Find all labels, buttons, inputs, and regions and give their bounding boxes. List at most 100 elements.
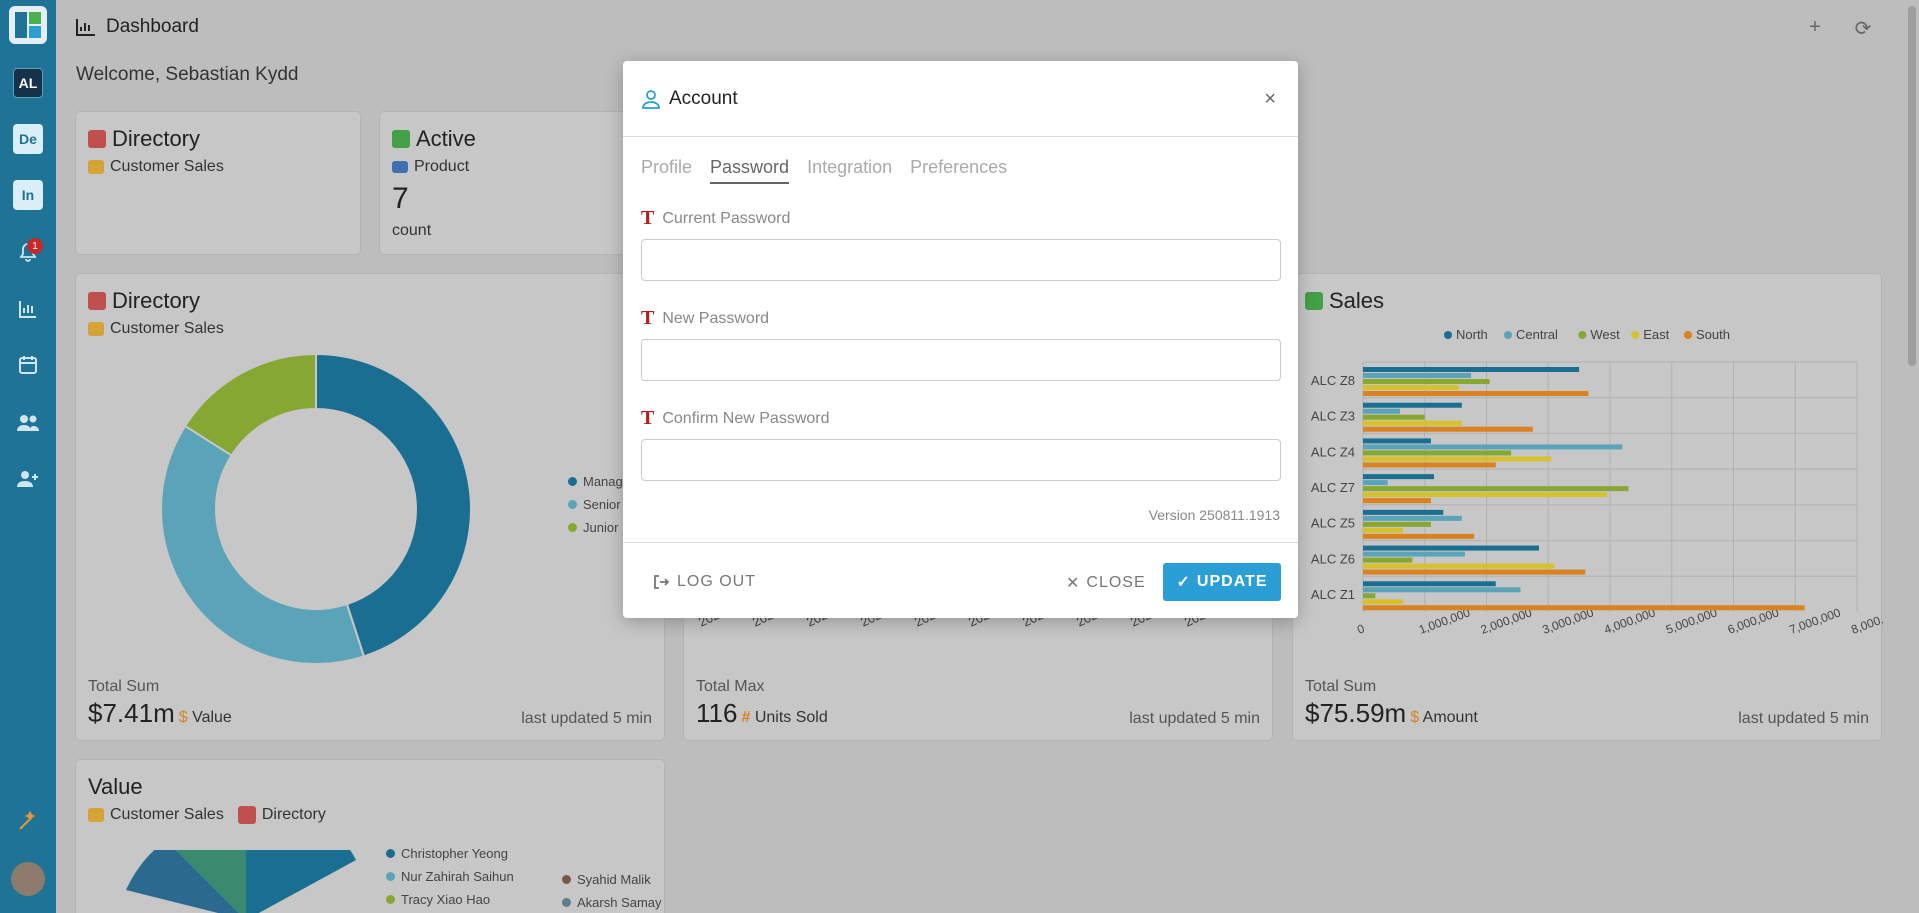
bar-central[interactable]	[1363, 551, 1465, 557]
new-password-label: T New Password	[641, 307, 769, 330]
new-password-field[interactable]	[641, 339, 1281, 381]
last-updated: last updated 5 min	[521, 710, 652, 727]
legend-label[interactable]: West	[1590, 327, 1620, 342]
footer-label: Total Max	[696, 678, 765, 695]
field-label-text: New Password	[662, 309, 770, 327]
bar-south[interactable]	[1363, 569, 1586, 575]
bar-west[interactable]	[1363, 521, 1431, 527]
sidebar-item-al[interactable]: AL	[9, 64, 47, 102]
scrollbar-thumb[interactable]	[1908, 6, 1916, 366]
scrollbar[interactable]	[1905, 0, 1919, 913]
logout-button[interactable]: LOG OUT	[653, 573, 756, 591]
update-button[interactable]: ✓ UPDATE	[1163, 563, 1281, 601]
bar-north[interactable]	[1363, 509, 1444, 515]
tab-integration[interactable]: Integration	[807, 157, 892, 184]
legend-item[interactable]: Senior	[568, 497, 623, 512]
bar-west[interactable]	[1363, 593, 1376, 599]
bar-east[interactable]	[1363, 420, 1462, 426]
bar-central[interactable]	[1363, 408, 1401, 414]
sidebar-item-users[interactable]	[9, 404, 47, 442]
bar-west[interactable]	[1363, 557, 1413, 563]
bar-east[interactable]	[1363, 456, 1552, 462]
bar-south[interactable]	[1363, 426, 1533, 432]
bar-north[interactable]	[1363, 367, 1580, 372]
bar-central[interactable]	[1363, 587, 1521, 593]
bar-south[interactable]	[1363, 605, 1805, 611]
close-label: CLOSE	[1086, 574, 1146, 591]
bar-west[interactable]	[1363, 486, 1629, 492]
bar-east[interactable]	[1363, 492, 1607, 498]
close-icon: ✕	[1066, 575, 1081, 592]
bar-east[interactable]	[1363, 385, 1459, 390]
bar-east[interactable]	[1363, 527, 1404, 533]
current-password-label: T Current Password	[641, 207, 790, 230]
bar-central[interactable]	[1363, 373, 1472, 378]
sidebar-item-add-user[interactable]	[9, 460, 47, 498]
confirm-password-field[interactable]	[641, 439, 1281, 481]
bar-west[interactable]	[1363, 379, 1490, 384]
sidebar-item-calendar[interactable]	[9, 346, 47, 384]
sidebar-item-in[interactable]: In	[9, 176, 47, 214]
card-title-label: Directory	[112, 126, 201, 151]
legend-label[interactable]: Central	[1516, 327, 1558, 342]
sidebar-item-de[interactable]: De	[9, 120, 47, 158]
avatar[interactable]	[11, 862, 45, 896]
sidebar-item-notifications[interactable]: 1	[9, 234, 47, 272]
legend-label[interactable]: East	[1643, 327, 1669, 342]
bar-west[interactable]	[1363, 414, 1425, 420]
refresh-button[interactable]: ⟳	[1851, 16, 1875, 40]
bar-north[interactable]	[1363, 474, 1435, 480]
legend-item[interactable]: Junior	[568, 520, 623, 535]
bar-north[interactable]	[1363, 581, 1496, 587]
sidebar-item-reports[interactable]	[9, 290, 47, 328]
bar-north[interactable]	[1363, 438, 1431, 444]
legend-item[interactable]: Syahid Malik	[562, 872, 662, 887]
tab-preferences[interactable]: Preferences	[910, 157, 1007, 184]
donut-slice-senior[interactable]	[160, 424, 366, 665]
bar-central[interactable]	[1363, 515, 1462, 521]
dialog-header: Account ×	[623, 61, 1298, 137]
page-title-label: Dashboard	[106, 16, 199, 37]
legend-item[interactable]: Akarsh Samay	[562, 895, 662, 910]
bar-central[interactable]	[1363, 480, 1388, 486]
legend-label[interactable]: South	[1696, 327, 1730, 342]
kpi-card-active[interactable]: Active Product 7 count	[379, 111, 629, 255]
legend-label[interactable]: North	[1456, 327, 1488, 342]
bar-south[interactable]	[1363, 391, 1589, 396]
car-icon	[392, 161, 408, 173]
tab-password[interactable]: Password	[710, 157, 790, 184]
legend-item[interactable]: Manag	[568, 474, 623, 489]
legend-label: Christopher Yeong	[401, 846, 508, 861]
legend-label: Manag	[583, 474, 623, 489]
x-tick-label: 0	[1355, 621, 1366, 637]
bar-east[interactable]	[1363, 563, 1555, 569]
bar-north[interactable]	[1363, 545, 1539, 551]
current-password-field[interactable]	[641, 239, 1281, 281]
bar-west[interactable]	[1363, 450, 1512, 456]
bar-south[interactable]	[1363, 498, 1431, 504]
tab-profile[interactable]: Profile	[641, 157, 692, 184]
app-logo[interactable]	[9, 6, 47, 44]
close-button[interactable]: ✕ CLOSE	[1066, 573, 1146, 593]
add-button[interactable]: +	[1803, 16, 1827, 40]
sidebar-item-magic[interactable]	[9, 802, 47, 840]
add-user-icon	[17, 471, 38, 487]
bar-east[interactable]	[1363, 599, 1404, 605]
legend-item[interactable]: Nur Zahirah Saihun	[386, 869, 514, 884]
sidebar: AL De In 1	[0, 0, 56, 913]
card-subtitle: Customer Sales Directory	[88, 806, 326, 824]
legend-swatch	[1444, 331, 1452, 339]
legend-item[interactable]: Christopher Yeong	[386, 846, 514, 861]
footer-value-number: 116	[696, 698, 738, 728]
footer-unit: # Units Sold	[741, 709, 827, 726]
kpi-card-directory[interactable]: Directory Customer Sales	[75, 111, 361, 255]
close-icon[interactable]: ×	[1264, 88, 1276, 111]
legend-item[interactable]: Tracy Xiao Hao	[386, 892, 514, 907]
text-field-icon: T	[641, 207, 655, 229]
footer-value-number: $7.41m	[88, 698, 175, 728]
bar-central[interactable]	[1363, 444, 1623, 450]
legend-label: Syahid Malik	[577, 872, 651, 887]
bar-north[interactable]	[1363, 402, 1462, 408]
bar-south[interactable]	[1363, 462, 1496, 468]
bar-south[interactable]	[1363, 533, 1475, 539]
